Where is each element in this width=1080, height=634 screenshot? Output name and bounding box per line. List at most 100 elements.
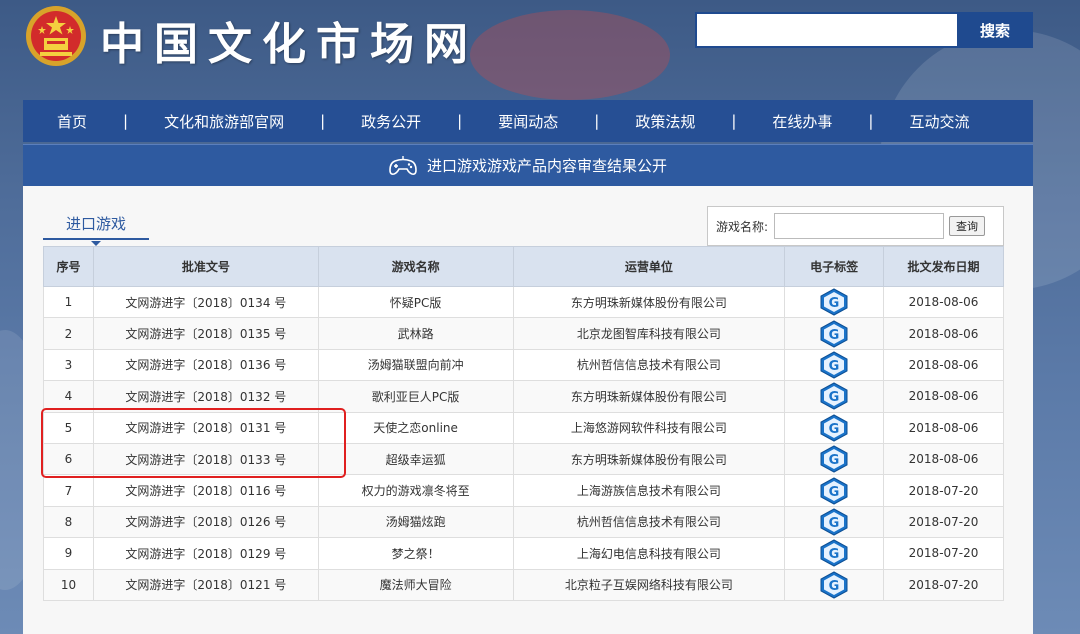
games-table: 序号 批准文号 游戏名称 运营单位 电子标签 批文发布日期 1 文网游进字〔20… (43, 246, 1004, 601)
cell-approval: 文网游进字〔2018〕0121 号 (92, 568, 319, 601)
svg-text:G: G (829, 547, 840, 562)
cell-approval: 文网游进字〔2018〕0116 号 (92, 474, 319, 507)
svg-text:G: G (829, 390, 840, 405)
svg-text:G: G (829, 328, 840, 343)
nav-item-home[interactable]: 首页 (57, 111, 87, 132)
g-label-icon[interactable]: G (819, 571, 849, 599)
search-button[interactable]: 搜索 (957, 12, 1033, 48)
svg-text:G: G (829, 453, 840, 468)
cell-e-label: G (784, 348, 885, 382)
svg-text:G: G (829, 422, 840, 437)
cell-no: 10 (43, 568, 94, 601)
table-row: 9 文网游进字〔2018〕0129 号 梦之祭！ 上海幻电信息科技有限公司 G … (43, 537, 1004, 570)
column-header-game-name: 游戏名称 (317, 246, 514, 287)
g-label-icon[interactable]: G (819, 351, 849, 379)
game-name-input[interactable] (774, 213, 945, 239)
cell-date: 2018-08-06 (883, 348, 1004, 382)
query-button[interactable]: 查询 (949, 216, 986, 236)
nav-item-news[interactable]: 要闻动态 (498, 111, 558, 132)
nav-item-government-affairs[interactable]: 政务公开 (361, 111, 421, 132)
column-header-operator: 运营单位 (512, 246, 786, 287)
cell-approval: 文网游进字〔2018〕0126 号 (92, 505, 319, 539)
cell-no: 1 (43, 285, 94, 319)
search-input[interactable] (695, 12, 957, 48)
cell-operator: 东方明珠新媒体股份有限公司 (512, 442, 786, 476)
site-title: 中国文化市场网 (100, 19, 478, 70)
main-nav: 首页 | 文化和旅游部官网 | 政务公开 | 要闻动态 | 政策法规 | 在线办… (23, 100, 1033, 142)
table-row: 7 文网游进字〔2018〕0116 号 权力的游戏凛冬将至 上海游族信息技术有限… (43, 474, 1004, 507)
cell-no: 7 (43, 474, 94, 507)
column-header-approval: 批准文号 (92, 246, 319, 287)
cell-no: 4 (43, 380, 94, 413)
table-row: 2 文网游进字〔2018〕0135 号 武林路 北京龙图智库科技有限公司 G 2… (43, 317, 1004, 350)
g-label-icon[interactable]: G (819, 288, 849, 316)
svg-text:G: G (829, 485, 840, 500)
cell-operator: 上海幻电信息科技有限公司 (512, 537, 786, 570)
column-header-no: 序号 (43, 246, 94, 287)
table-row: 6 文网游进字〔2018〕0133 号 超级幸运狐 东方明珠新媒体股份有限公司 … (43, 442, 1004, 476)
g-label-icon[interactable]: G (819, 445, 849, 473)
nav-separator: | (594, 112, 600, 130)
column-header-e-label: 电子标签 (784, 246, 885, 287)
cell-e-label: G (784, 537, 885, 570)
cell-e-label: G (784, 505, 885, 539)
cell-operator: 北京龙图智库科技有限公司 (512, 317, 786, 350)
g-label-icon[interactable]: G (819, 414, 849, 442)
cell-operator: 东方明珠新媒体股份有限公司 (512, 380, 786, 413)
g-label-icon[interactable]: G (819, 320, 849, 348)
cell-operator: 北京粒子互娱网络科技有限公司 (512, 568, 786, 601)
table-row: 10 文网游进字〔2018〕0121 号 魔法师大冒险 北京粒子互娱网络科技有限… (43, 568, 1004, 601)
content-panel: 进口游戏 游戏名称: 查询 序号 批准文号 游戏名称 运营单位 电子标签 批文发… (23, 186, 1033, 634)
g-label-icon[interactable]: G (819, 539, 849, 567)
table-row: 8 文网游进字〔2018〕0126 号 汤姆猫炫跑 杭州哲信信息技术有限公司 G… (43, 505, 1004, 539)
svg-text:G: G (829, 579, 840, 594)
cell-approval: 文网游进字〔2018〕0132 号 (92, 380, 319, 413)
cell-game-name: 超级幸运狐 (317, 442, 514, 476)
g-label-icon[interactable]: G (819, 508, 849, 536)
cell-game-name: 武林路 (317, 317, 514, 350)
cell-date: 2018-08-06 (883, 285, 1004, 319)
cell-approval: 文网游进字〔2018〕0136 号 (92, 348, 319, 382)
g-label-icon[interactable]: G (819, 476, 849, 505)
national-emblem-icon (26, 6, 86, 66)
cell-no: 6 (43, 442, 94, 476)
cell-approval: 文网游进字〔2018〕0134 号 (92, 285, 319, 319)
cell-approval: 文网游进字〔2018〕0135 号 (92, 317, 319, 350)
cell-date: 2018-07-20 (883, 505, 1004, 539)
cell-e-label: G (784, 568, 885, 601)
svg-text:G: G (829, 359, 840, 374)
cell-date: 2018-08-06 (883, 411, 1004, 444)
svg-text:G: G (829, 296, 840, 311)
cell-e-label: G (784, 411, 885, 444)
g-label-icon[interactable]: G (819, 382, 849, 410)
nav-item-interaction[interactable]: 互动交流 (909, 111, 969, 132)
cell-no: 2 (43, 317, 94, 350)
cell-approval: 文网游进字〔2018〕0131 号 (92, 411, 319, 444)
cell-operator: 杭州哲信信息技术有限公司 (512, 348, 786, 382)
nav-item-online-services[interactable]: 在线办事 (772, 111, 832, 132)
cell-e-label: G (784, 442, 885, 476)
banner-title: 进口游戏游戏产品内容审查结果公开 (426, 157, 667, 175)
cell-no: 5 (43, 411, 94, 444)
cell-operator: 上海游族信息技术有限公司 (512, 474, 786, 507)
tab-imported-games[interactable]: 进口游戏 (43, 212, 149, 240)
cell-e-label: G (784, 474, 885, 507)
table-row: 1 文网游进字〔2018〕0134 号 怀疑PC版 东方明珠新媒体股份有限公司 … (43, 285, 1004, 319)
cell-game-name: 梦之祭！ (317, 537, 514, 570)
cell-e-label: G (784, 285, 885, 319)
cell-game-name: 汤姆猫炫跑 (317, 505, 514, 539)
nav-separator: | (731, 112, 737, 130)
svg-text:G: G (829, 516, 840, 531)
nav-item-ministry[interactable]: 文化和旅游部官网 (164, 111, 284, 132)
cell-e-label: G (784, 317, 885, 350)
cell-game-name: 歌利亚巨人PC版 (317, 380, 514, 413)
cell-game-name: 权力的游戏凛冬将至 (317, 474, 514, 507)
table-row: 3 文网游进字〔2018〕0136 号 汤姆猫联盟向前冲 杭州哲信信息技术有限公… (43, 348, 1004, 382)
nav-item-policies[interactable]: 政策法规 (635, 111, 695, 132)
filter-label: 游戏名称: (716, 219, 769, 234)
nav-separator: | (320, 112, 326, 130)
table-header-row: 序号 批准文号 游戏名称 运营单位 电子标签 批文发布日期 (43, 246, 1004, 287)
cell-game-name: 天使之恋online (317, 411, 514, 444)
nav-separator: | (868, 112, 874, 130)
cell-game-name: 汤姆猫联盟向前冲 (317, 348, 514, 382)
